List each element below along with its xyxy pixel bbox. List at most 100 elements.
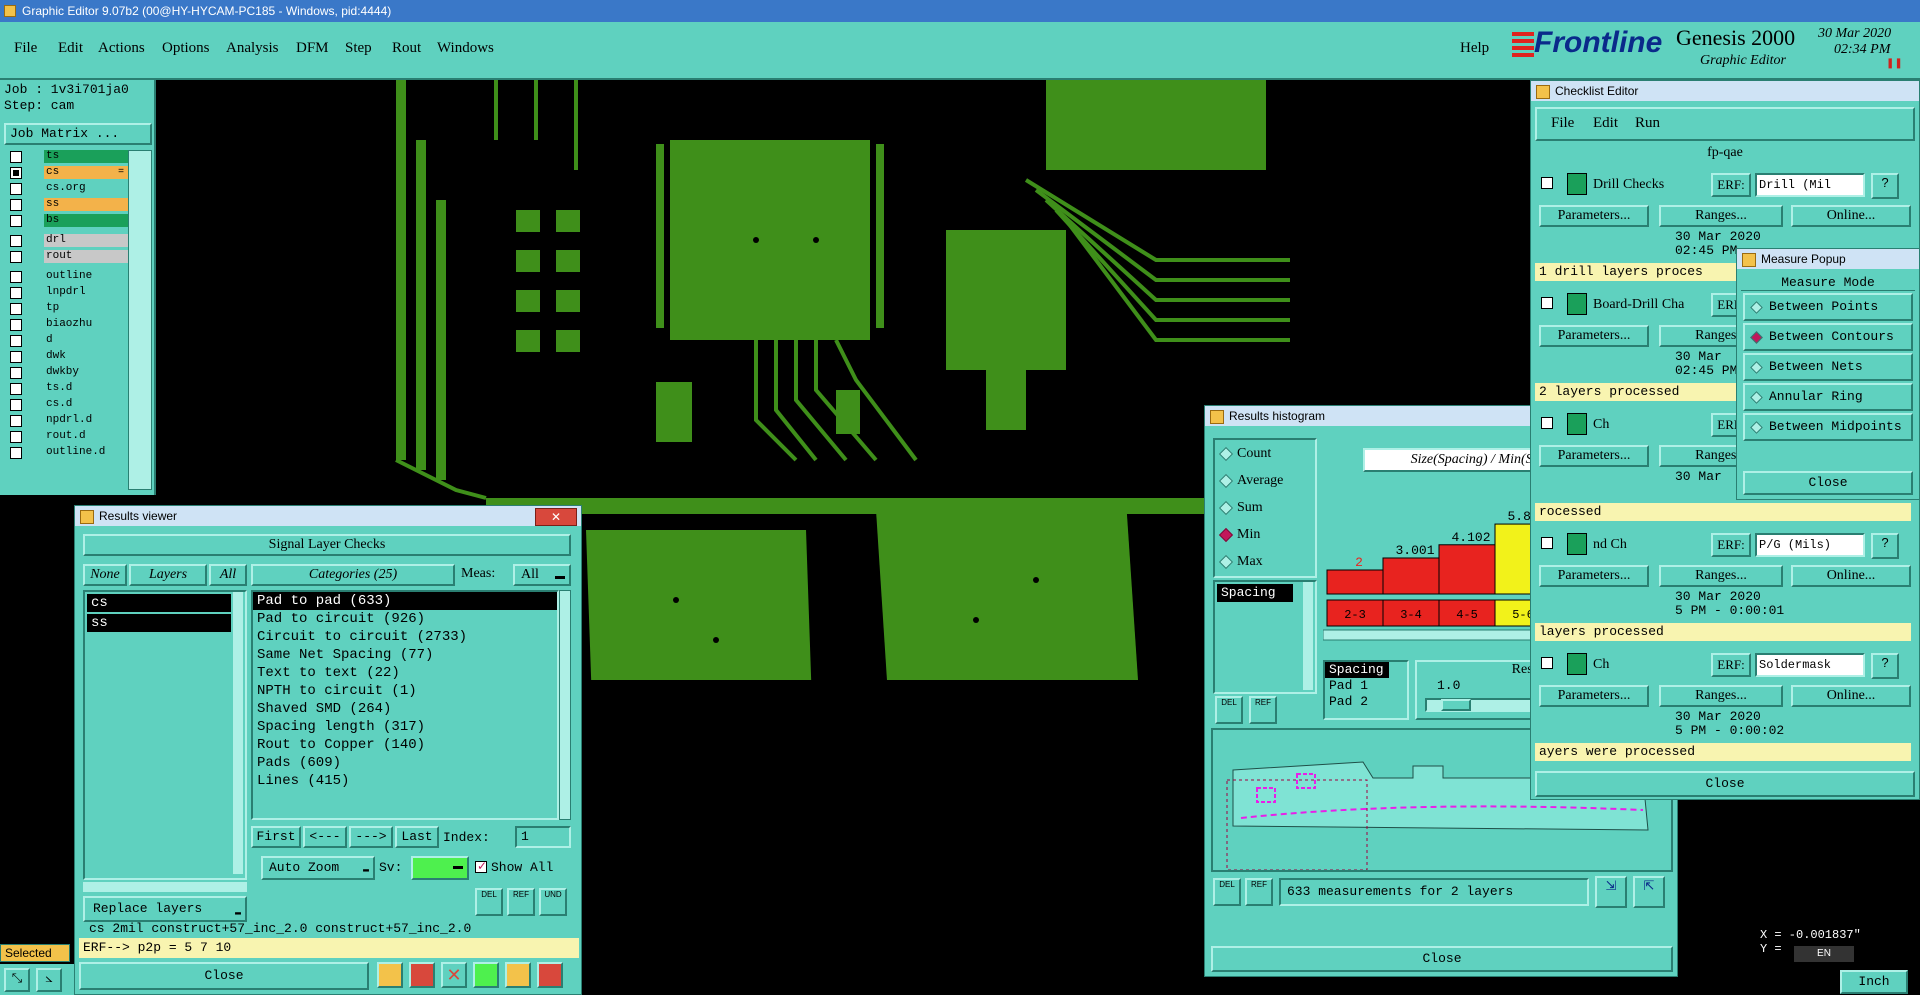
layer-checkbox[interactable] [10, 415, 22, 427]
layers-button[interactable]: Layers [129, 564, 207, 586]
layer-checkbox[interactable] [10, 431, 22, 443]
erf-select[interactable]: Soldermask [1755, 653, 1865, 677]
expand-icon[interactable]: ⤡ [4, 968, 30, 992]
all-button[interactable]: All [209, 564, 247, 586]
layer-row[interactable]: dwk [8, 350, 128, 364]
layer-name[interactable]: npdrl.d [44, 414, 128, 427]
category-list-item[interactable]: NPTH to circuit (1) [253, 682, 557, 700]
index-input[interactable]: 1 [515, 826, 571, 848]
zoom-reset-icon[interactable]: ⇱ [1633, 876, 1665, 908]
menu-windows[interactable]: Windows [437, 40, 494, 57]
layer-name[interactable]: ss [44, 198, 128, 211]
category-list-item[interactable]: Pad to pad (633) [253, 592, 557, 610]
mode-between-contours[interactable]: Between Contours [1743, 323, 1913, 351]
palette-icon[interactable] [377, 962, 403, 988]
measure-list-scrollbar[interactable] [1303, 582, 1313, 690]
check-enabled-checkbox[interactable] [1541, 177, 1553, 189]
measure-list[interactable]: Spacing [1213, 580, 1317, 694]
layer-name[interactable]: tp [44, 302, 128, 315]
category-list-item[interactable]: Rout to Copper (140) [253, 736, 557, 754]
mode-between-nets[interactable]: Between Nets [1743, 353, 1913, 381]
undo-button[interactable]: UND [539, 888, 567, 916]
film-icon[interactable] [409, 962, 435, 988]
layer-checkbox[interactable] [10, 199, 22, 211]
none-button[interactable]: None [83, 564, 127, 586]
menu-options[interactable]: Options [162, 40, 210, 57]
category-list-item[interactable]: Lines (415) [253, 772, 557, 790]
menu-actions[interactable]: Actions [98, 40, 145, 57]
layer-row[interactable]: outline.d [8, 446, 128, 460]
layer-name[interactable]: cs [44, 166, 128, 179]
next-button[interactable]: ---> [349, 826, 393, 848]
layer-name[interactable]: ts.d [44, 382, 128, 395]
pause-icon[interactable]: ❚❚ [1886, 58, 1903, 69]
refresh-button[interactable]: REF [507, 888, 535, 916]
show-all-checkbox[interactable]: ✓ [475, 859, 487, 873]
layer-name[interactable]: d [44, 334, 128, 347]
layer-row[interactable]: ss [8, 198, 128, 212]
layer-list-scrollbar[interactable] [128, 150, 152, 490]
category-list-item[interactable]: Circuit to circuit (2733) [253, 628, 557, 646]
mode-sum[interactable]: Sum [1215, 494, 1315, 521]
mode-between-midpoints[interactable]: Between Midpoints [1743, 413, 1913, 441]
layer-name[interactable]: biaozhu [44, 318, 128, 331]
mode-count[interactable]: Count [1215, 440, 1315, 467]
layer-name[interactable]: drl [44, 234, 128, 247]
help-icon[interactable]: ? [1871, 653, 1899, 679]
parameters-button[interactable]: Parameters... [1539, 685, 1649, 707]
help-icon[interactable]: ? [1871, 173, 1899, 199]
mode-between-points[interactable]: Between Points [1743, 293, 1913, 321]
delete-button[interactable]: DEL [475, 888, 503, 916]
parameters-button[interactable]: Parameters... [1539, 565, 1649, 587]
parameters-button[interactable]: Parameters... [1539, 445, 1649, 467]
check-enabled-checkbox[interactable] [1541, 537, 1553, 549]
layer-list-item[interactable]: cs [87, 594, 231, 612]
check-action-icon[interactable] [1567, 533, 1587, 555]
ranges-button[interactable]: Ranges... [1659, 205, 1783, 227]
layer-select-list[interactable]: cs ss [83, 590, 247, 880]
menu-dfm[interactable]: DFM [296, 40, 329, 57]
menu-step[interactable]: Step [345, 40, 372, 57]
menu-analysis[interactable]: Analysis [226, 40, 279, 57]
layer-row[interactable]: biaozhu [8, 318, 128, 332]
checklist-menu-file[interactable]: File [1551, 115, 1574, 132]
parameters-button[interactable]: Parameters... [1539, 325, 1649, 347]
units-button[interactable]: Inch [1840, 970, 1908, 994]
layer-row[interactable]: lnpdrl [8, 286, 128, 300]
category-list-scrollbar[interactable] [559, 590, 571, 820]
histogram-icon[interactable] [537, 962, 563, 988]
histogram-refresh-button[interactable]: REF [1249, 696, 1277, 724]
layer-checkbox[interactable] [10, 167, 22, 179]
layer-name[interactable]: cs.d [44, 398, 128, 411]
layer-name[interactable]: outline.d [44, 446, 128, 459]
histogram-bar[interactable] [1438, 544, 1496, 595]
layer-checkbox[interactable] [10, 447, 22, 459]
layer-row[interactable]: cs.d [8, 398, 128, 412]
layer-row[interactable]: bs [8, 214, 128, 228]
mode-max[interactable]: Max [1215, 548, 1315, 575]
layer-name[interactable]: cs.org [44, 182, 128, 195]
category-list-item[interactable]: Spacing length (317) [253, 718, 557, 736]
histogram-delete-button[interactable]: DEL [1215, 696, 1243, 724]
layer-row[interactable]: ts.d [8, 382, 128, 396]
layer-row[interactable]: tp [8, 302, 128, 316]
menu-help[interactable]: Help [1460, 40, 1489, 57]
menu-file[interactable]: File [14, 40, 37, 57]
layer-checkbox[interactable] [10, 335, 22, 347]
menu-rout[interactable]: Rout [392, 40, 421, 57]
mode-average[interactable]: Average [1215, 467, 1315, 494]
close-icon[interactable]: ✕ [535, 508, 577, 526]
cross-icon[interactable]: ✕ [441, 962, 467, 988]
job-matrix-button[interactable]: Job Matrix ... [4, 123, 152, 145]
layer-list-item[interactable]: ss [87, 614, 231, 632]
layer-checkbox[interactable] [10, 367, 22, 379]
check-enabled-checkbox[interactable] [1541, 657, 1553, 669]
auto-zoom-dropdown[interactable]: Auto Zoom ▬ [261, 856, 375, 880]
category-list-item[interactable]: Same Net Spacing (77) [253, 646, 557, 664]
parameters-button[interactable]: Parameters... [1539, 205, 1649, 227]
mode-min[interactable]: Min [1215, 521, 1315, 548]
checklist-menu-run[interactable]: Run [1635, 115, 1660, 132]
layer-checkbox[interactable] [10, 351, 22, 363]
layer-checkbox[interactable] [10, 303, 22, 315]
layer-checkbox[interactable] [10, 251, 22, 263]
